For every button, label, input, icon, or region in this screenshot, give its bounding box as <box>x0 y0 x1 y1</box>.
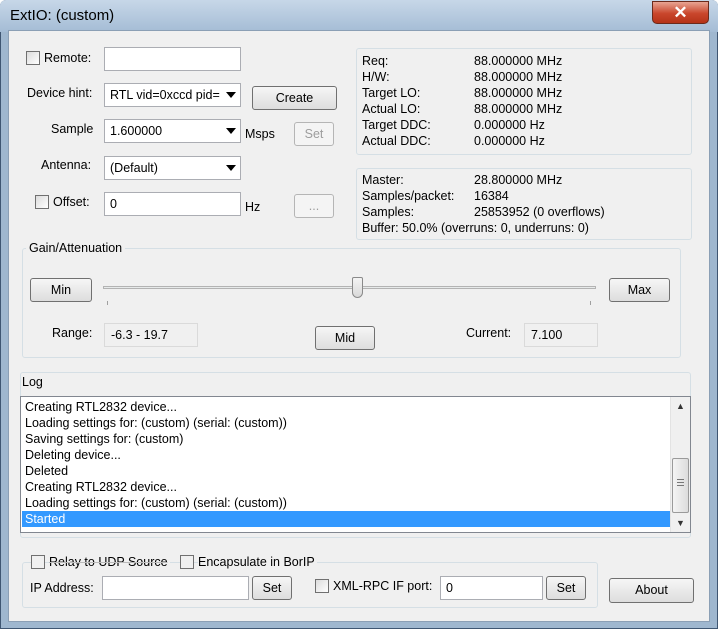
remote-label: Remote: <box>44 51 92 65</box>
gain-mid-button[interactable]: Mid <box>315 326 375 350</box>
gain-slider-thumb[interactable] <box>352 277 363 298</box>
gain-slider-track[interactable] <box>103 286 596 289</box>
frequency-info-row: Req: 88.000000 MHz <box>362 53 562 69</box>
log-listbox[interactable]: Creating RTL2832 device... Loading settin… <box>20 396 691 533</box>
log-line[interactable]: Creating RTL2832 device... <box>22 479 670 495</box>
frequency-info-panel: Req: 88.000000 MHz H/W: 88.000000 MHz Target… <box>356 48 692 155</box>
gain-current-value: 7.100 <box>524 323 598 347</box>
stream-info-table: Master: 28.800000 MHz Samples/packet: 1638… <box>362 172 605 236</box>
log-line[interactable]: Deleted <box>22 463 670 479</box>
sample-unit: Msps <box>245 127 275 141</box>
xmlrpc-checkbox[interactable] <box>315 579 329 593</box>
gain-range-label: Range: <box>52 326 93 340</box>
frequency-info-key: Target DDC: <box>362 118 431 132</box>
offset-label: Offset: <box>53 195 90 209</box>
device-hint-value: RTL vid=0xccd pid= <box>110 88 220 102</box>
log-lines: Creating RTL2832 device... Loading settin… <box>22 399 670 527</box>
frequency-info-key: Target LO: <box>362 86 421 100</box>
chevron-down-icon <box>226 92 236 98</box>
frequency-info-value: 88.000000 MHz <box>474 102 563 116</box>
ip-address-label: IP Address: <box>30 581 94 595</box>
device-hint-combo[interactable]: RTL vid=0xccd pid= <box>104 83 241 107</box>
samples-key: Samples: <box>362 205 415 219</box>
sample-rate-value: 1.600000 <box>110 124 163 138</box>
frequency-info-value: 0.000000 Hz <box>474 118 545 132</box>
log-line[interactable]: Loading settings for: (custom) (serial: … <box>22 495 670 511</box>
log-line[interactable]: Loading settings for: (custom) (serial: … <box>22 415 670 431</box>
frequency-info-key: Actual DDC: <box>362 134 431 148</box>
sample-label: Sample <box>51 122 94 136</box>
frequency-info-value: 88.000000 MHz <box>474 54 563 68</box>
master-key: Master: <box>362 173 404 187</box>
buffer-status: Buffer: 50.0% (overruns: 0, underruns: 0… <box>362 221 589 235</box>
encapsulate-checkbox[interactable] <box>180 555 194 569</box>
frequency-info-row: Target LO: 88.000000 MHz <box>362 85 562 101</box>
gain-slider-tick-max <box>590 301 591 305</box>
ip-address-input[interactable] <box>102 576 249 600</box>
xmlrpc-label: XML-RPC IF port: <box>333 579 433 593</box>
about-button[interactable]: About <box>609 578 694 603</box>
log-scroll-thumb[interactable] <box>672 458 689 513</box>
log-scrollbar[interactable]: ▲ ▼ <box>670 397 690 532</box>
log-label: Log <box>22 375 43 389</box>
gain-range-value: -6.3 - 19.7 <box>104 323 198 347</box>
log-line[interactable]: Deleting device... <box>22 447 670 463</box>
gain-slider-tick-min <box>107 301 108 305</box>
master-value: 28.800000 MHz <box>474 173 563 187</box>
create-button[interactable]: Create <box>252 86 337 110</box>
gain-min-button[interactable]: Min <box>30 278 92 302</box>
gain-group-label: Gain/Attenuation <box>26 241 126 255</box>
scroll-up-icon[interactable]: ▲ <box>676 401 685 411</box>
offset-browse-button[interactable]: ... <box>294 194 334 218</box>
frequency-info-value: 88.000000 MHz <box>474 86 563 100</box>
remote-input[interactable] <box>104 47 241 71</box>
samples-value: 25853952 (0 overflows) <box>474 205 605 219</box>
encapsulate-label: Encapsulate in BorIP <box>198 555 317 569</box>
xmlrpc-set-button[interactable]: Set <box>546 576 586 600</box>
frequency-info-row: H/W: 88.000000 MHz <box>362 69 562 85</box>
frequency-info-row: Actual DDC: 0.000000 Hz <box>362 133 562 149</box>
offset-input[interactable]: 0 <box>104 192 241 216</box>
relay-checkbox[interactable] <box>31 555 45 569</box>
sample-set-button[interactable]: Set <box>294 122 334 146</box>
log-line[interactable]: Creating RTL2832 device... <box>22 399 670 415</box>
xmlrpc-port-input[interactable]: 0 <box>440 576 543 600</box>
frequency-info-value: 88.000000 MHz <box>474 70 563 84</box>
frequency-info-key: Actual LO: <box>362 102 421 116</box>
antenna-value: (Default) <box>110 161 158 175</box>
log-line[interactable]: Started <box>22 511 670 527</box>
sample-rate-combo[interactable]: 1.600000 <box>104 119 241 143</box>
gain-max-button[interactable]: Max <box>609 278 670 302</box>
stream-info-panel: Master: 28.800000 MHz Samples/packet: 1638… <box>356 168 692 240</box>
scroll-down-icon[interactable]: ▼ <box>676 518 685 528</box>
frequency-info-value: 0.000000 Hz <box>474 134 545 148</box>
window-title: ExtIO: (custom) <box>10 7 115 24</box>
device-hint-label: Device hint: <box>27 86 93 100</box>
chevron-down-icon <box>226 165 236 171</box>
gain-current-label: Current: <box>466 326 512 340</box>
grip-icon <box>677 479 684 480</box>
samples-per-packet-value: 16384 <box>474 189 509 203</box>
frequency-info-key: Req: <box>362 54 389 68</box>
chevron-down-icon <box>226 128 236 134</box>
close-button[interactable]: ✕ <box>652 1 709 24</box>
relay-label: Relay to UDP Source <box>49 555 170 569</box>
close-icon: ✕ <box>673 3 688 22</box>
frequency-info-table: Req: 88.000000 MHz H/W: 88.000000 MHz Target… <box>362 53 562 149</box>
antenna-label: Antenna: <box>41 158 92 172</box>
samples-per-packet-key: Samples/packet: <box>362 189 455 203</box>
frequency-info-row: Target DDC: 0.000000 Hz <box>362 117 562 133</box>
frequency-info-row: Actual LO: 88.000000 MHz <box>362 101 562 117</box>
offset-unit: Hz <box>245 200 261 214</box>
frequency-info-key: H/W: <box>362 70 390 84</box>
ip-set-button[interactable]: Set <box>252 576 292 600</box>
remote-checkbox[interactable] <box>26 51 40 65</box>
offset-checkbox[interactable] <box>35 195 49 209</box>
log-line[interactable]: Saving settings for: (custom) <box>22 431 670 447</box>
antenna-combo[interactable]: (Default) <box>104 156 241 180</box>
